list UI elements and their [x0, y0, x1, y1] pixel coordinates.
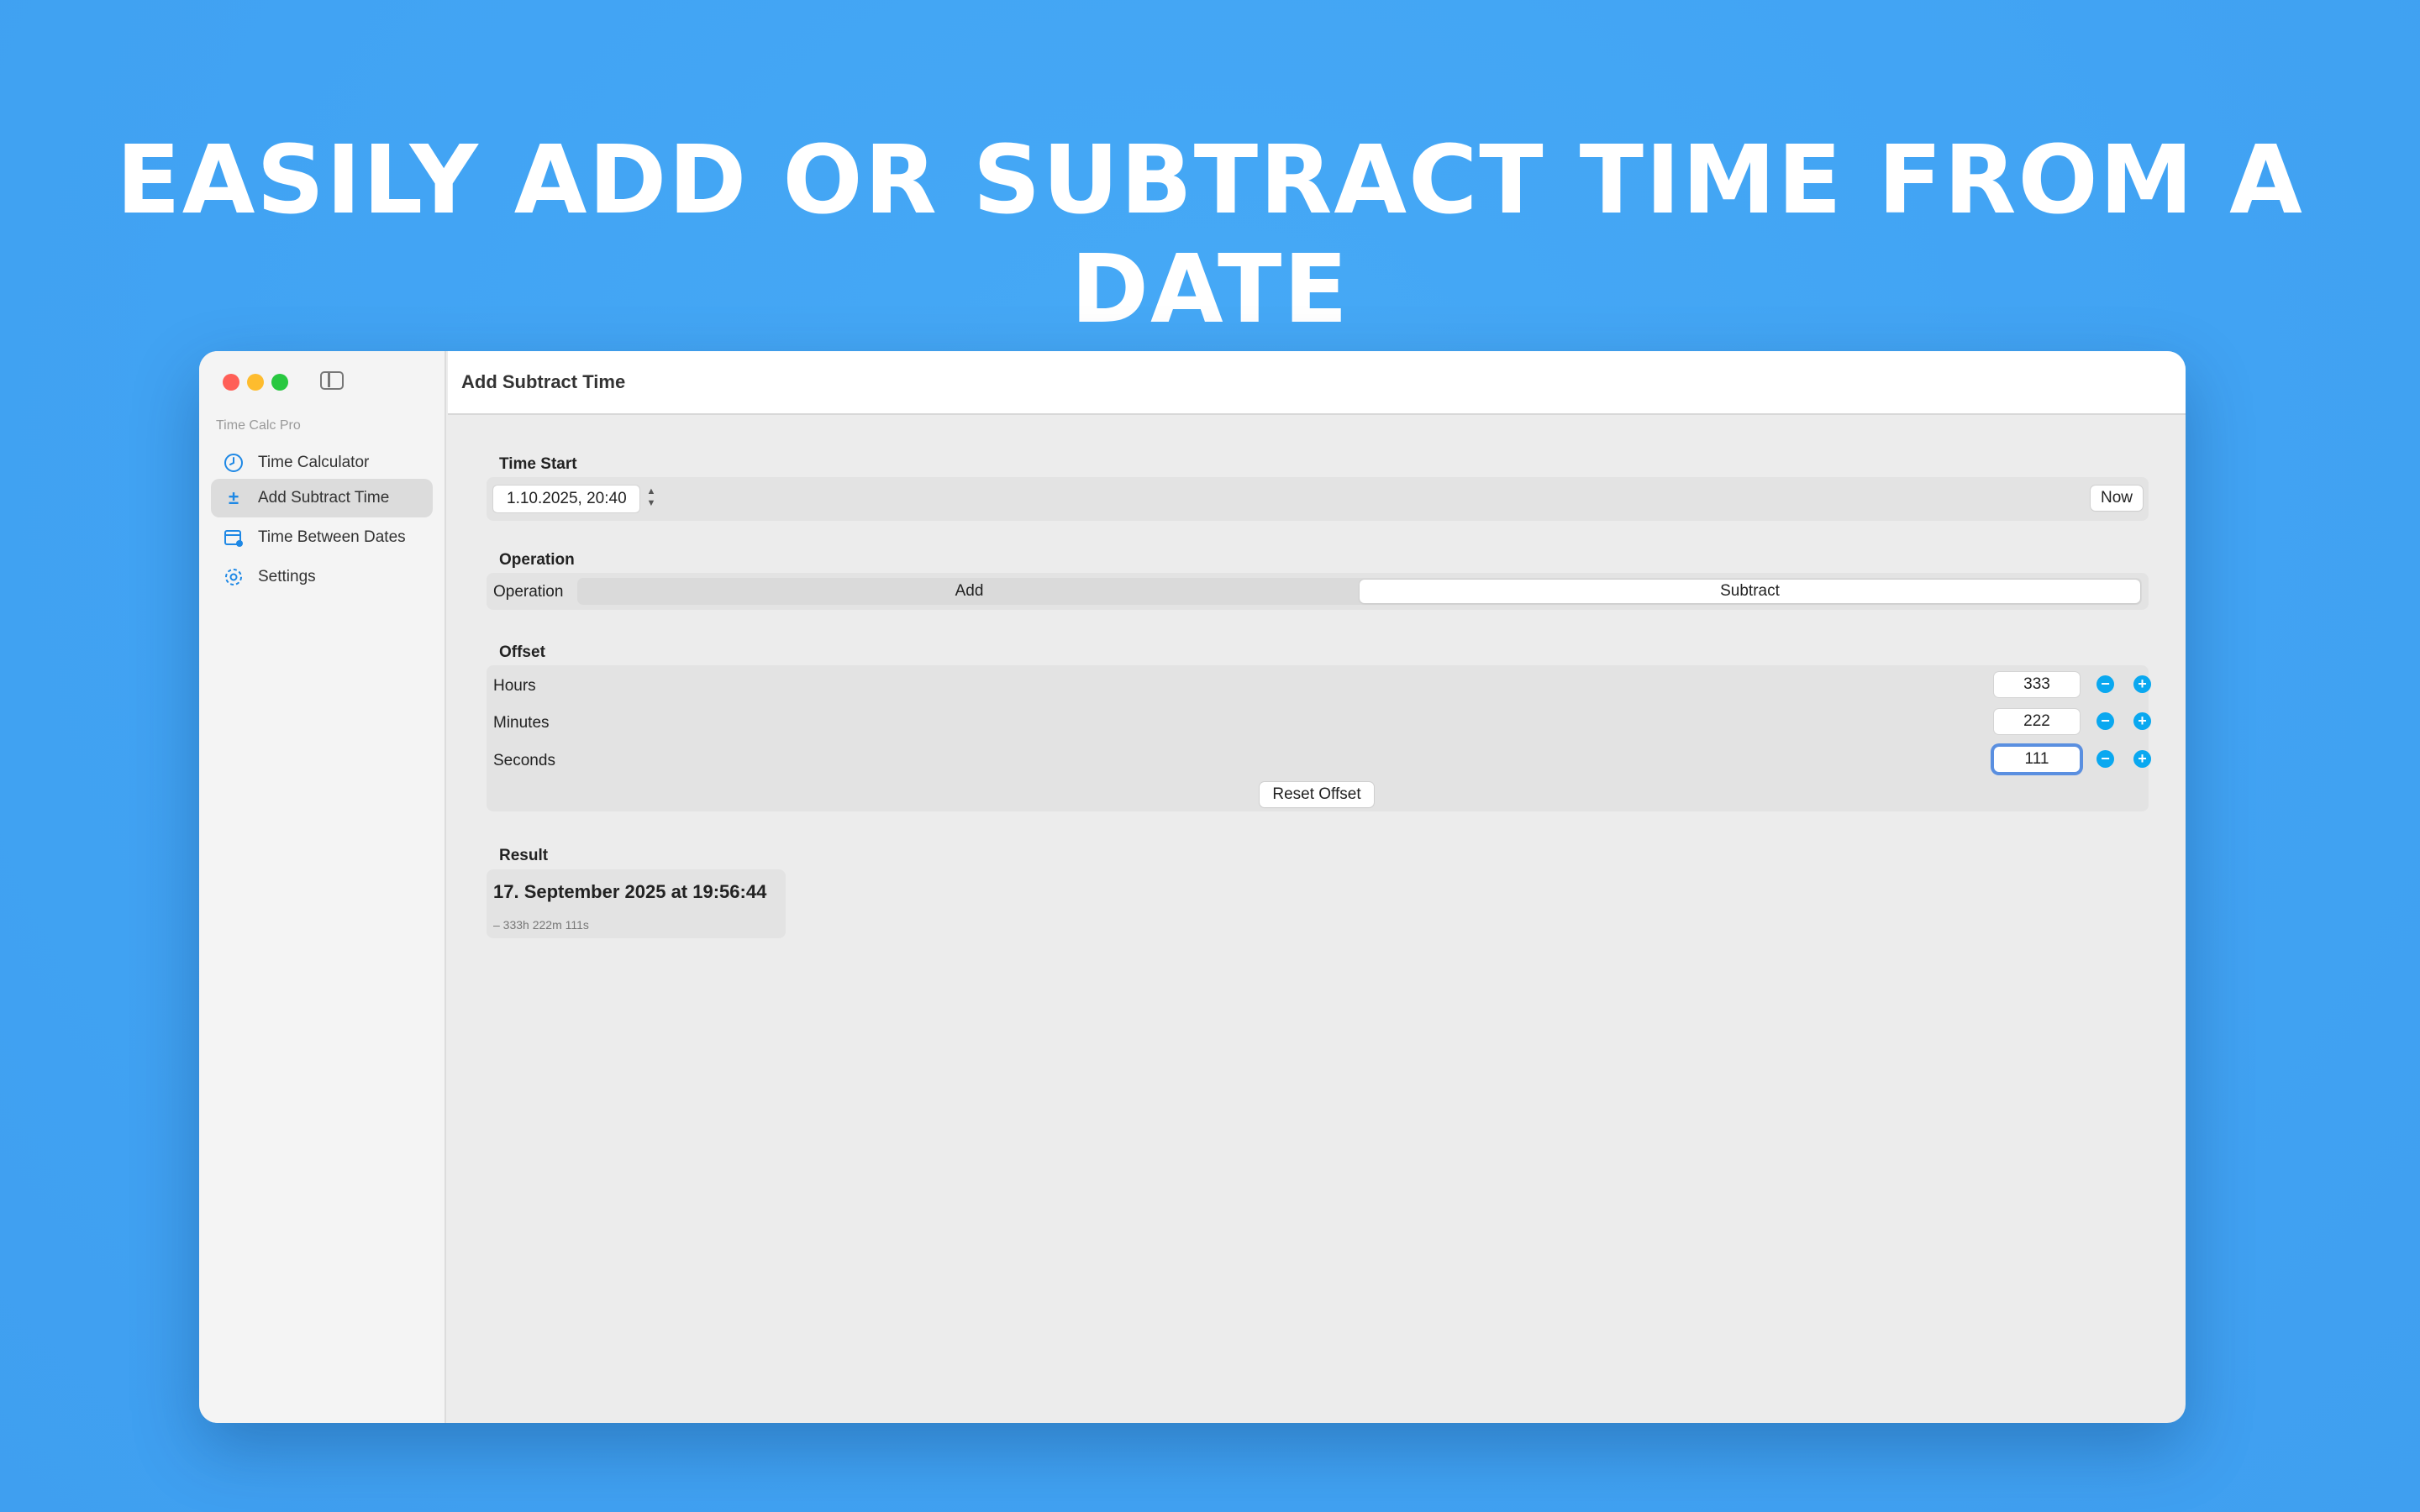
- result-detail: – 333h 222m 111s: [493, 918, 589, 932]
- hours-decrement-button[interactable]: −: [2096, 675, 2114, 693]
- main-content: Add Subtract Time Time Start 1.10.2025, …: [448, 351, 2186, 1423]
- minutes-label: Minutes: [493, 714, 550, 732]
- minutes-increment-button[interactable]: +: [2133, 712, 2151, 730]
- page-title: Add Subtract Time: [461, 371, 626, 392]
- minimize-button[interactable]: [247, 374, 264, 391]
- operation-group: Operation Add Subtract: [487, 573, 2149, 610]
- minutes-field[interactable]: 222: [1994, 709, 2080, 734]
- result-value: 17. September 2025 at 19:56:44: [493, 881, 767, 902]
- seconds-label: Seconds: [493, 752, 555, 769]
- sidebar-item-add-subtract-time[interactable]: ± Add Subtract Time: [211, 479, 433, 517]
- sidebar-item-time-calculator[interactable]: Time Calculator: [211, 444, 433, 482]
- date-picker-field[interactable]: 1.10.2025, 20:40: [493, 486, 639, 512]
- toolbar: Add Subtract Time: [448, 351, 2186, 415]
- time-start-group: 1.10.2025, 20:40 ▲ ▼ Now: [487, 477, 2149, 521]
- operation-label: Operation: [493, 583, 564, 601]
- operation-title: Operation: [499, 551, 575, 569]
- seconds-increment-button[interactable]: +: [2133, 750, 2151, 768]
- offset-group: Hours 333 − + Minutes 222 − + Seconds 11…: [487, 665, 2151, 811]
- clock-icon: [223, 452, 245, 474]
- time-start-title: Time Start: [499, 455, 577, 473]
- hours-increment-button[interactable]: +: [2133, 675, 2151, 693]
- segment-add[interactable]: Add: [579, 580, 1360, 603]
- sidebar-item-label: Time Between Dates: [258, 528, 406, 546]
- sidebar-item-settings[interactable]: Settings: [211, 558, 433, 596]
- result-box: 17. September 2025 at 19:56:44 – 333h 22…: [487, 869, 786, 938]
- now-button[interactable]: Now: [2091, 486, 2143, 511]
- result-title: Result: [499, 847, 549, 864]
- app-window: Time Calc Pro Time Calculator ± Add Subt…: [199, 351, 2186, 1423]
- gear-icon: [223, 566, 245, 588]
- sidebar-item-label: Settings: [258, 568, 316, 585]
- plus-minus-icon: ±: [228, 487, 239, 508]
- segment-subtract[interactable]: Subtract: [1360, 580, 2140, 603]
- reset-offset-button[interactable]: Reset Offset: [1260, 782, 1374, 807]
- operation-segmented-control: Add Subtract: [577, 578, 2142, 605]
- close-button[interactable]: [223, 374, 239, 391]
- sidebar-item-label: Add Subtract Time: [258, 489, 390, 507]
- sidebar-item-time-between-dates[interactable]: Time Between Dates: [211, 518, 433, 557]
- sidebar-section-title: Time Calc Pro: [216, 418, 301, 433]
- sidebar-toggle-icon[interactable]: [320, 371, 344, 390]
- hours-label: Hours: [493, 677, 536, 695]
- sidebar-item-label: Time Calculator: [258, 454, 370, 471]
- sidebar: Time Calc Pro Time Calculator ± Add Subt…: [199, 351, 446, 1423]
- zoom-button[interactable]: [271, 374, 288, 391]
- seconds-field[interactable]: 111: [1994, 747, 2080, 772]
- calendar-icon: [223, 527, 245, 549]
- hours-field[interactable]: 333: [1994, 672, 2080, 697]
- offset-title: Offset: [499, 643, 545, 661]
- minutes-decrement-button[interactable]: −: [2096, 712, 2114, 730]
- headline: EASILY ADD OR SUBTRACT TIME FROM A DATE: [116, 126, 2304, 344]
- seconds-decrement-button[interactable]: −: [2096, 750, 2114, 768]
- date-stepper-icon[interactable]: ▲ ▼: [644, 486, 658, 512]
